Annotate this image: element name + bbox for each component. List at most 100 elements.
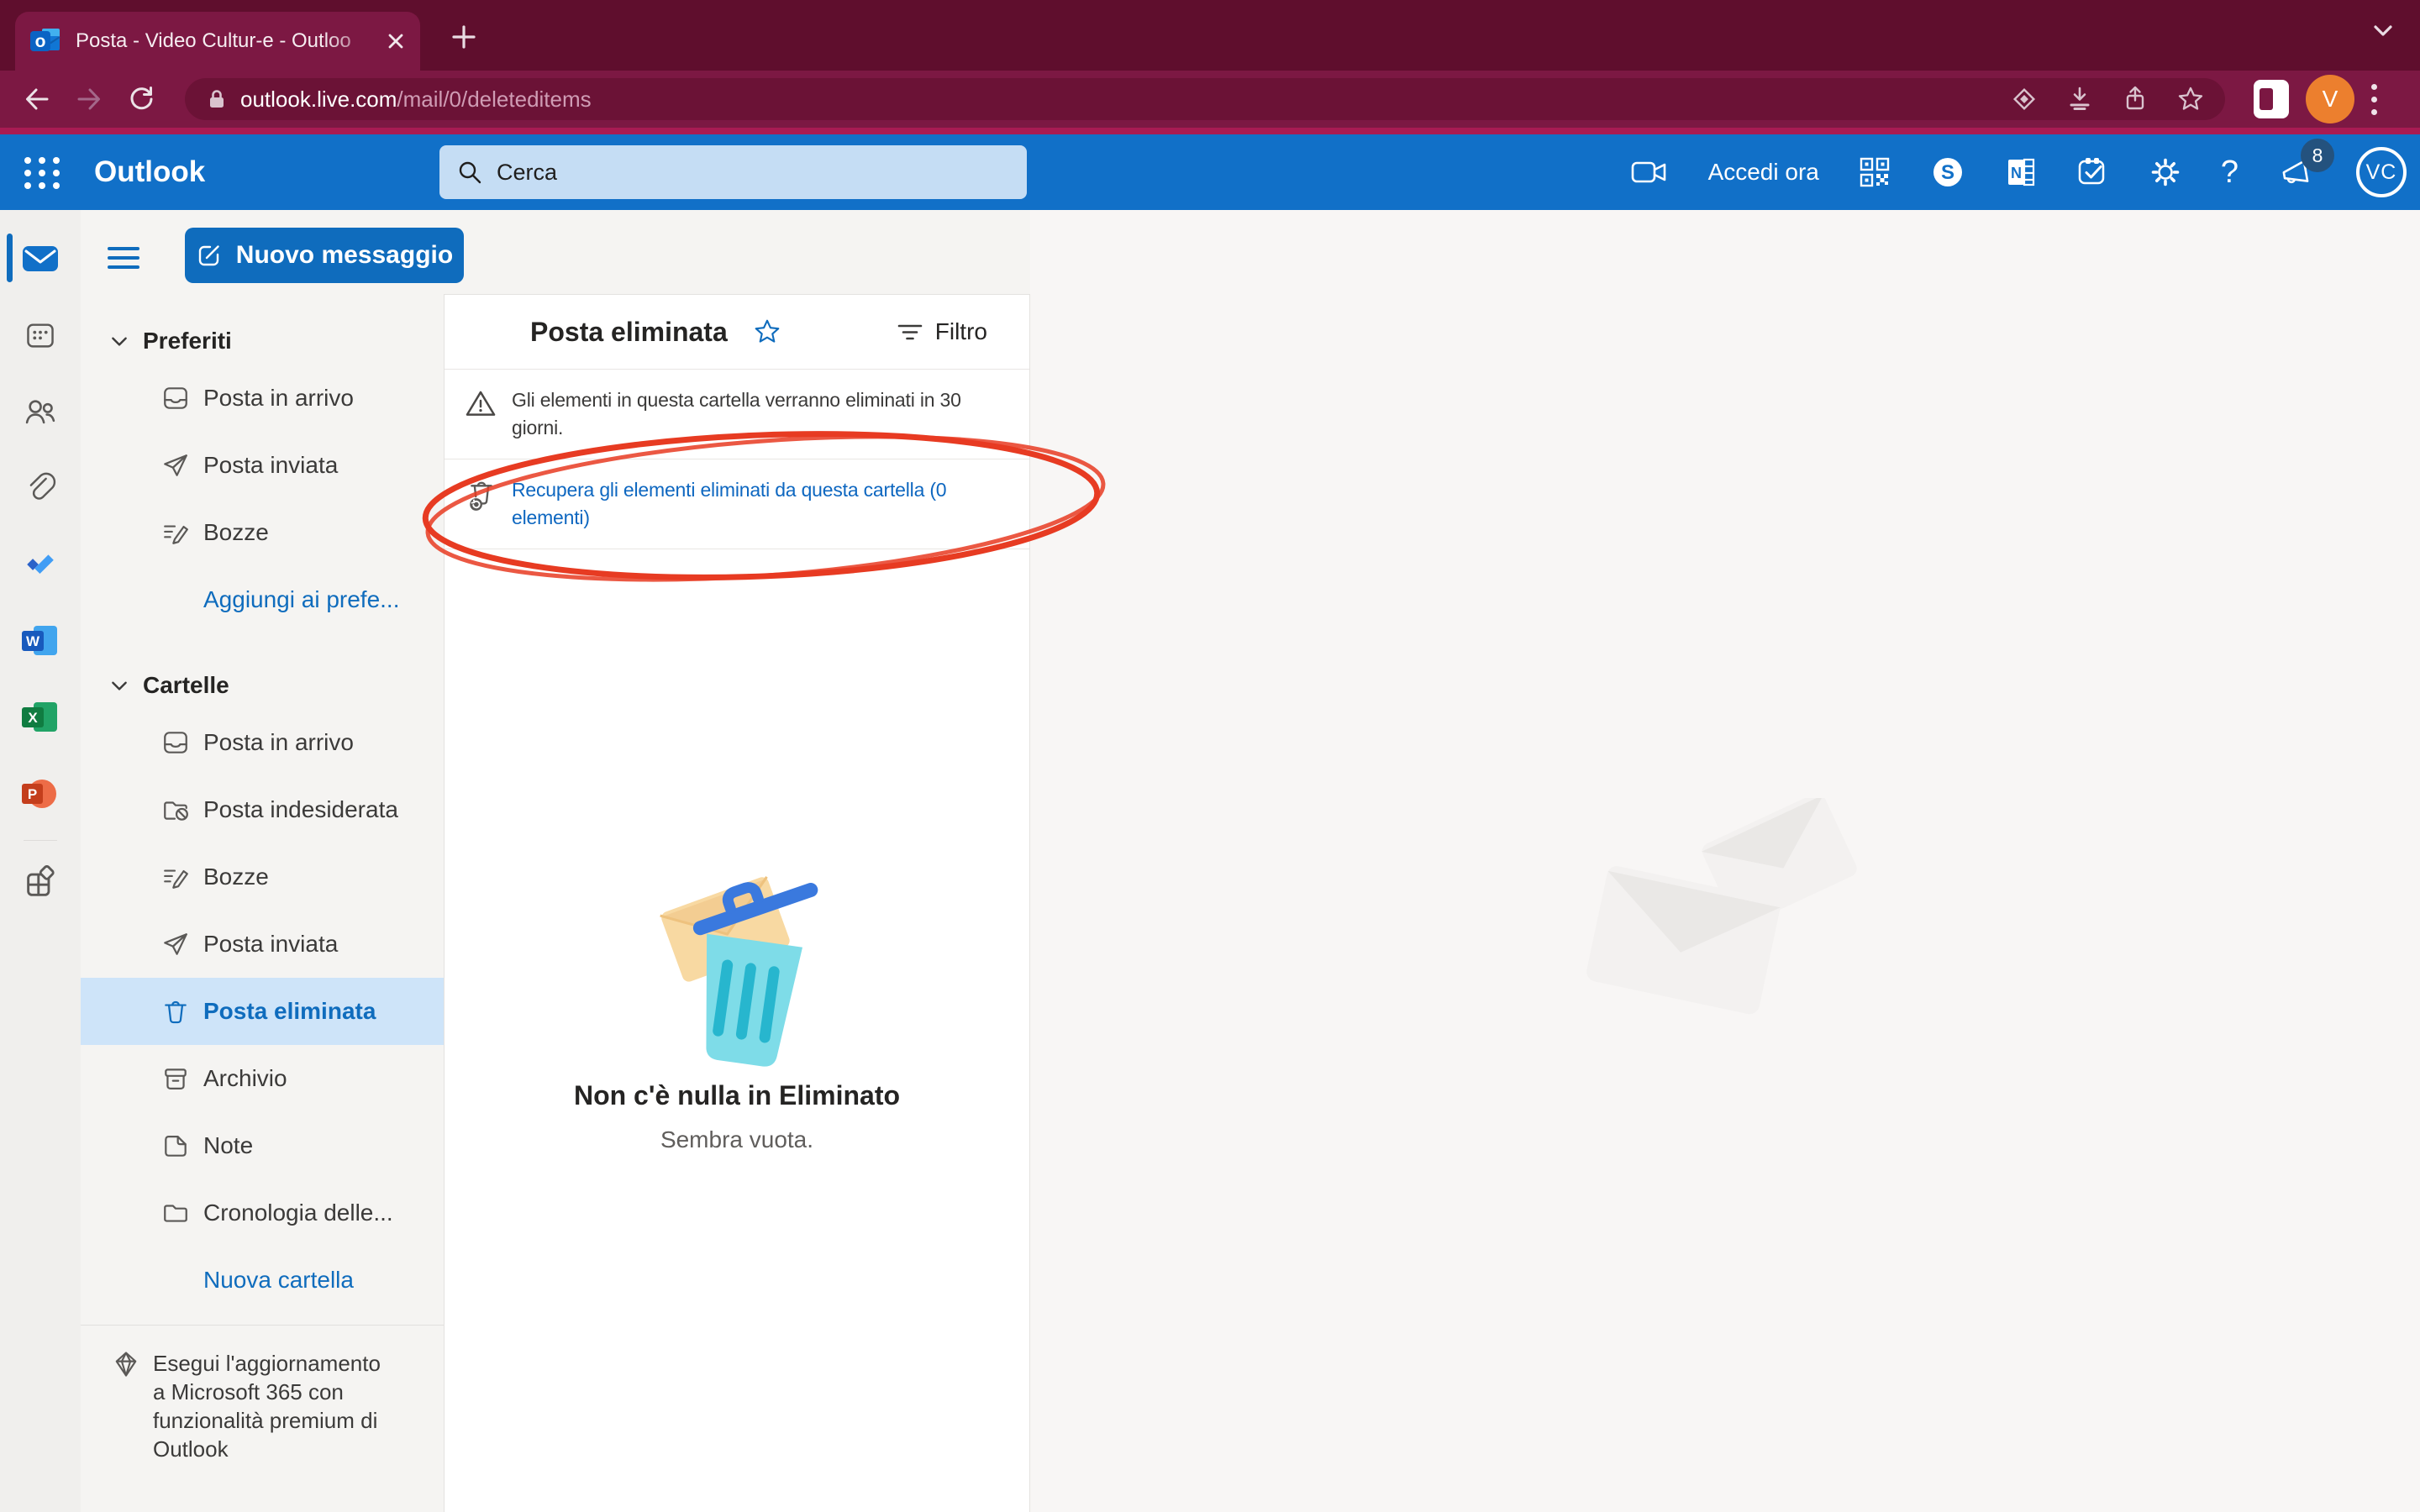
folder-item-drafts[interactable]: Bozze	[81, 843, 444, 911]
svg-text:P: P	[28, 786, 37, 802]
new-folder-link[interactable]: Nuova cartella	[81, 1247, 444, 1314]
back-button-icon[interactable]	[22, 84, 52, 114]
app-body: W X P Nuovo messaggio	[0, 210, 2420, 1512]
signin-link[interactable]: Accedi ora	[1708, 159, 1819, 186]
tab-search-chevron-icon[interactable]	[2370, 22, 2396, 42]
sidebar-item-sent[interactable]: Posta inviata	[81, 432, 444, 499]
tab-close-icon[interactable]	[385, 30, 407, 52]
app-launcher-icon[interactable]	[24, 155, 60, 192]
search-icon	[456, 159, 483, 186]
skype-icon[interactable]: S	[1930, 155, 1965, 190]
announcements-icon[interactable]: 8	[2277, 152, 2317, 192]
hamburger-menu-icon[interactable]	[108, 247, 139, 275]
settings-gear-icon[interactable]	[2149, 155, 2182, 189]
rail-attachments-icon[interactable]	[0, 449, 81, 526]
add-to-favorites-link[interactable]: Aggiungi ai prefe...	[81, 566, 444, 633]
junk-folder-icon	[161, 795, 190, 824]
empty-trash-illustration	[628, 870, 846, 1072]
url-domain: outlook.live.com	[240, 87, 397, 112]
lock-icon	[205, 87, 229, 111]
outlook-favicon-icon: o	[29, 26, 62, 56]
drafts-icon	[161, 863, 190, 891]
recover-items-row[interactable]: Recupera gli elementi eliminati da quest…	[445, 459, 1029, 549]
outlook-brand[interactable]: Outlook	[94, 134, 205, 210]
reload-button-icon[interactable]	[126, 84, 156, 114]
sidebar-item-inbox[interactable]: Posta in arrivo	[81, 365, 444, 432]
rail-word-icon[interactable]: W	[0, 602, 81, 679]
reading-pane	[1030, 210, 2420, 1512]
rail-apps-icon[interactable]	[0, 849, 81, 916]
note-icon	[161, 1131, 190, 1160]
rail-selected-indicator	[7, 234, 13, 282]
chevron-down-icon	[109, 675, 129, 696]
folder-item-notes[interactable]: Note	[81, 1112, 444, 1179]
download-icon[interactable]	[2065, 85, 2094, 113]
side-panel-icon[interactable]	[2254, 80, 2289, 118]
tasks-icon[interactable]	[2076, 155, 2110, 189]
theme-accent-line	[0, 128, 2420, 134]
retention-notice-text: Gli elementi in questa cartella verranno…	[512, 386, 1004, 442]
svg-text:o: o	[35, 32, 46, 51]
share-icon[interactable]	[2121, 85, 2149, 113]
browser-profile-avatar[interactable]: V	[2306, 75, 2354, 123]
tab-title: Posta - Video Cultur-e - Outloo	[76, 29, 385, 53]
meeting-video-icon[interactable]	[1631, 156, 1670, 188]
warning-icon	[465, 386, 498, 442]
tab-strip: o Posta - Video Cultur-e - Outloo	[0, 0, 2420, 71]
sent-icon	[161, 451, 190, 480]
retention-notice-row: Gli elementi in questa cartella verranno…	[445, 370, 1029, 459]
trash-icon	[161, 997, 190, 1026]
filter-button[interactable]: Filtro	[897, 318, 987, 345]
qr-code-icon[interactable]	[1858, 155, 1891, 189]
rail-powerpoint-icon[interactable]: P	[0, 755, 81, 832]
message-list-pane: Posta eliminata Filtro Gli elementi in q…	[444, 294, 1030, 1512]
folder-item-history[interactable]: Cronologia delle...	[81, 1179, 444, 1247]
favorites-section-header[interactable]: Preferiti	[81, 318, 444, 365]
svg-text:S: S	[1941, 161, 1954, 184]
folder-sidebar: Nuovo messaggio Preferiti Posta in arriv…	[81, 210, 444, 1512]
browser-chrome: o Posta - Video Cultur-e - Outloo	[0, 0, 2420, 134]
folders-section-header[interactable]: Cartelle	[81, 662, 444, 709]
compose-icon	[196, 242, 223, 269]
search-bar[interactable]: Cerca	[439, 145, 1027, 199]
svg-text:W: W	[26, 633, 40, 649]
reader-mode-icon[interactable]	[2010, 85, 2039, 113]
filter-icon	[897, 319, 923, 344]
restore-trash-icon	[465, 476, 498, 532]
inbox-icon	[161, 728, 190, 757]
folder-item-junk[interactable]: Posta indesiderata	[81, 776, 444, 843]
browser-menu-icon[interactable]	[2371, 84, 2377, 115]
notification-badge: 8	[2301, 139, 2334, 172]
new-message-button[interactable]: Nuovo messaggio	[185, 228, 464, 283]
premium-diamond-icon	[111, 1349, 141, 1463]
empty-envelopes-illustration	[1585, 798, 1887, 1067]
svg-text:X: X	[28, 710, 38, 726]
bookmark-star-icon[interactable]	[2176, 85, 2205, 113]
empty-state-title: Non c'è nulla in Eliminato	[445, 1080, 1029, 1111]
browser-tab[interactable]: o Posta - Video Cultur-e - Outloo	[15, 12, 420, 71]
rail-excel-icon[interactable]: X	[0, 679, 81, 755]
search-placeholder: Cerca	[497, 160, 557, 186]
favorite-star-icon[interactable]	[753, 318, 781, 346]
help-icon[interactable]: ?	[2221, 155, 2238, 191]
rail-people-icon[interactable]	[0, 373, 81, 449]
rail-calendar-icon[interactable]	[0, 297, 81, 373]
rail-todo-icon[interactable]	[0, 526, 81, 602]
folder-item-archive[interactable]: Archivio	[81, 1045, 444, 1112]
sidebar-item-drafts[interactable]: Bozze	[81, 499, 444, 566]
sent-icon	[161, 930, 190, 958]
onenote-icon[interactable]: N	[2004, 155, 2038, 189]
folder-item-sent[interactable]: Posta inviata	[81, 911, 444, 978]
folder-item-deleted[interactable]: Posta eliminata	[81, 978, 444, 1045]
drafts-icon	[161, 518, 190, 547]
app-rail: W X P	[0, 210, 81, 1512]
empty-state: Non c'è nulla in Eliminato Sembra vuota.	[445, 870, 1029, 1153]
forward-button-icon[interactable]	[74, 84, 104, 114]
folder-item-inbox[interactable]: Posta in arrivo	[81, 709, 444, 776]
rail-mail-icon[interactable]	[0, 220, 81, 297]
account-avatar[interactable]: VC	[2356, 147, 2407, 197]
url-bar[interactable]: outlook.live.com/mail/0/deleteditems	[185, 78, 2225, 120]
upgrade-banner[interactable]: Esegui l'aggiornamento a Microsoft 365 c…	[81, 1325, 444, 1463]
new-tab-button[interactable]	[447, 20, 481, 54]
recover-items-link[interactable]: Recupera gli elementi eliminati da quest…	[512, 476, 1004, 532]
